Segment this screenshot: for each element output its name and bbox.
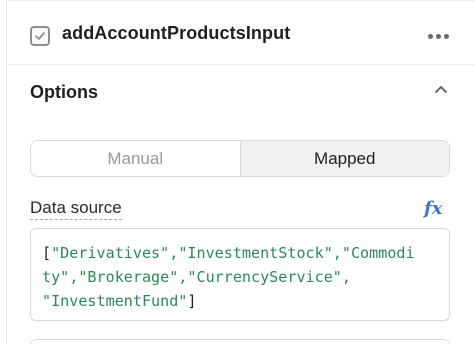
next-field-box[interactable] xyxy=(30,339,450,344)
mapped-tab[interactable]: Mapped xyxy=(239,141,449,176)
code-line: "InvestmentFund"] xyxy=(42,289,449,313)
code-line: ty","Brokerage","CurrencyService", xyxy=(42,265,449,289)
manual-tab[interactable]: Manual xyxy=(31,141,240,176)
data-source-label: Data source xyxy=(30,198,122,220)
code-bracket: [ xyxy=(42,244,52,262)
options-section-title[interactable]: Options xyxy=(30,82,98,103)
chevron-up-icon[interactable] xyxy=(432,83,450,97)
component-name[interactable]: addAccountProductsInput xyxy=(62,23,290,44)
component-header: addAccountProductsInput xyxy=(6,1,474,65)
code-text: "Derivatives","InvestmentStock","Commodi xyxy=(51,244,415,262)
code-bracket: ] xyxy=(187,292,197,310)
code-text: "InvestmentFund" xyxy=(42,292,188,310)
data-source-editor[interactable]: ["Derivatives","InvestmentStock","Commod… xyxy=(30,228,450,321)
more-icon[interactable] xyxy=(418,27,458,45)
code-text: ty","Brokerage","CurrencyService", xyxy=(42,268,351,286)
checkbox-icon xyxy=(30,26,50,46)
mode-toggle: Manual Mapped xyxy=(30,140,450,177)
code-line: ["Derivatives","InvestmentStock","Commod… xyxy=(42,241,449,265)
fx-icon[interactable]: fx xyxy=(424,198,442,219)
